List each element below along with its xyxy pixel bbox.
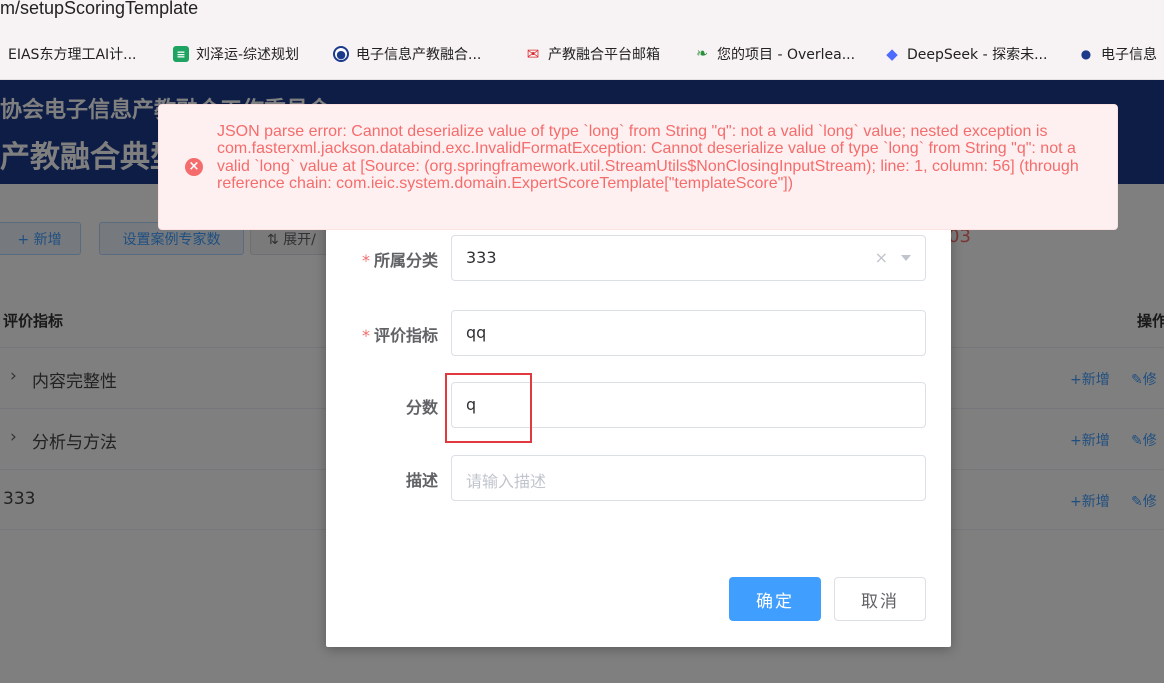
cancel-button[interactable]: 取消 [834, 577, 926, 621]
overleaf-icon: ❧ [696, 46, 708, 62]
category-select-value: 333 [466, 248, 497, 267]
address-bar[interactable]: m/setupScoringTemplate [0, 0, 1164, 27]
annotation-highlight-box [445, 373, 532, 443]
error-message: JSON parse error: Cannot deserialize val… [217, 123, 1079, 193]
score-label: 分数 [405, 398, 438, 417]
clear-icon[interactable]: × [875, 248, 888, 267]
bookmark-eias[interactable]: EIAS东方理工AI计... [8, 44, 137, 64]
required-mark: * [361, 251, 370, 270]
url-text: m/setupScoringTemplate [0, 0, 199, 18]
error-circle-icon: × [185, 158, 203, 176]
bookmark-label: 电子信息产教融合... [356, 47, 482, 63]
emblem-icon: ● [1080, 47, 1092, 61]
bookmark-label: 刘泽运-综述规划 [196, 47, 300, 63]
description-placeholder: 请输入描述 [466, 472, 547, 491]
error-toast: × JSON parse error: Cannot deserialize v… [158, 104, 1118, 230]
emblem-icon: ● [333, 46, 349, 62]
bookmark-label: 您的项目 - Overlea... [717, 47, 856, 63]
bookmark-mail[interactable]: ✉ 产教融合平台邮箱 [525, 44, 660, 64]
indicator-input-value: qq [466, 323, 487, 342]
bookmark-label: 电子信息 [1101, 47, 1157, 63]
sheets-icon: ≡ [173, 46, 189, 62]
chevron-down-icon[interactable] [901, 255, 911, 261]
confirm-button[interactable]: 确定 [729, 577, 821, 621]
mail-icon: ✉ [526, 45, 540, 63]
bookmark-label: DeepSeek - 探索未... [907, 47, 1048, 63]
description-label: 描述 [405, 471, 438, 490]
indicator-label: * 评价指标 [361, 326, 438, 345]
required-mark: * [361, 326, 370, 345]
edit-indicator-dialog: * 所属分类 333 × * 评价指标 qq 分数 q 描述 请输入描述 确定 取消 [326, 200, 951, 647]
bookmark-overleaf[interactable]: ❧ 您的项目 - Overlea... [694, 44, 855, 64]
bookmark-review-plan[interactable]: ≡ 刘泽运-综述规划 [173, 44, 299, 64]
bookmark-emblem-site[interactable]: ● 电子信息产教融合... [333, 44, 481, 64]
bookmark-emblem-site-2[interactable]: ● 电子信息 [1078, 44, 1157, 64]
bookmark-label: 产教融合平台邮箱 [548, 47, 660, 63]
deepseek-icon: ◆ [886, 45, 898, 63]
bookmarks-bar: EIAS东方理工AI计... ≡ 刘泽运-综述规划 ● 电子信息产教融合... … [0, 27, 1164, 80]
bookmark-deepseek[interactable]: ◆ DeepSeek - 探索未... [884, 44, 1047, 64]
description-input[interactable]: 请输入描述 [451, 455, 926, 501]
bookmark-label: EIAS东方理工AI计... [8, 47, 137, 63]
category-label: * 所属分类 [361, 251, 438, 270]
category-select[interactable]: 333 × [451, 235, 926, 281]
indicator-input[interactable]: qq [451, 310, 926, 356]
